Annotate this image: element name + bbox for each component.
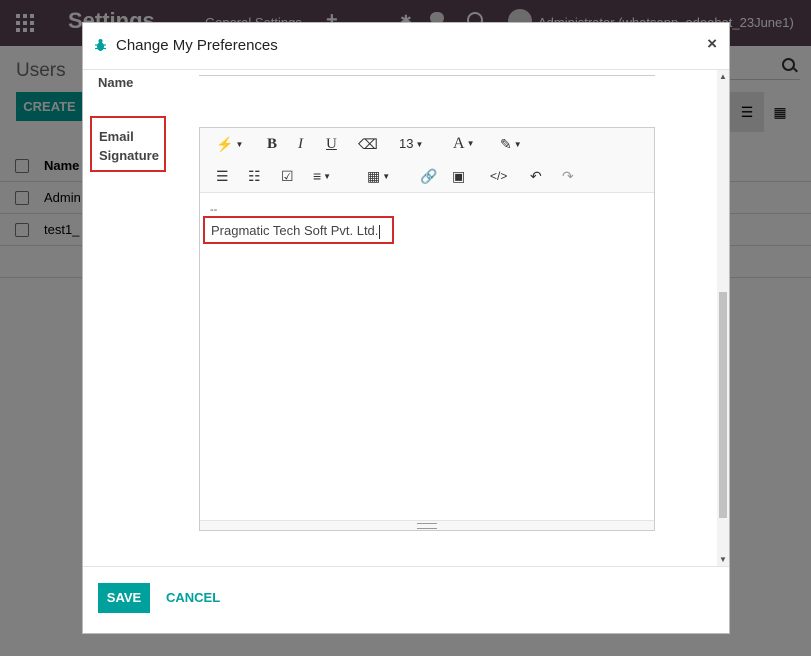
- dialog-footer: SAVE CANCEL: [83, 566, 729, 634]
- brush-icon[interactable]: ✎ ▼: [500, 135, 522, 153]
- sig-label-line2: Signature: [99, 148, 159, 163]
- font-color-value: A: [453, 135, 465, 152]
- scroll-up-icon[interactable]: ▲: [719, 72, 727, 81]
- dialog-scrollbar[interactable]: ▲ ▼: [717, 70, 729, 566]
- close-icon[interactable]: ×: [707, 34, 717, 54]
- signature-text-value: Pragmatic Tech Soft Pvt. Ltd.: [211, 223, 379, 238]
- ordered-list-icon[interactable]: ☷: [248, 167, 261, 185]
- redo-icon[interactable]: ↷: [562, 167, 574, 185]
- dialog-body[interactable]: Name Email Signature ⚡ ▼ B I U ⌫ 13 ▼ A ▼ ✎…: [83, 70, 729, 566]
- checklist-icon[interactable]: ☑: [281, 167, 294, 185]
- save-button[interactable]: SAVE: [98, 583, 150, 613]
- name-field[interactable]: [199, 75, 655, 76]
- dialog-title: Change My Preferences: [116, 37, 278, 54]
- preferences-dialog: Change My Preferences × Name Email Signa…: [82, 22, 730, 634]
- scrollbar-thumb[interactable]: [719, 292, 727, 518]
- editor-toolbar: ⚡ ▼ B I U ⌫ 13 ▼ A ▼ ✎ ▼ ☰ ☷ ☑ ≡ ▼ ▦ ▼ 🔗 ▣ </>…: [200, 128, 654, 193]
- font-color-dropdown[interactable]: A ▼: [453, 135, 474, 153]
- bold-button[interactable]: B: [267, 135, 277, 153]
- undo-icon[interactable]: ↶: [530, 167, 542, 185]
- image-icon[interactable]: ▣: [452, 167, 465, 185]
- link-icon[interactable]: 🔗: [420, 167, 437, 185]
- table-icon[interactable]: ▦ ▼: [367, 167, 390, 185]
- font-size-dropdown[interactable]: 13 ▼: [399, 135, 423, 153]
- paragraph-align-icon[interactable]: ≡ ▼: [313, 167, 331, 185]
- eraser-icon[interactable]: ⌫: [358, 135, 378, 153]
- code-view-icon[interactable]: </>: [490, 167, 507, 185]
- name-label: Name: [98, 75, 134, 90]
- scroll-down-icon[interactable]: ▼: [719, 555, 727, 564]
- text-cursor: [379, 224, 381, 239]
- signature-dash: --: [210, 204, 218, 216]
- magic-wand-icon[interactable]: ⚡ ▼: [216, 135, 243, 153]
- editor-resize-handle[interactable]: [200, 520, 654, 530]
- cancel-button[interactable]: CANCEL: [166, 583, 220, 613]
- unordered-list-icon[interactable]: ☰: [216, 167, 229, 185]
- italic-button[interactable]: I: [298, 135, 303, 153]
- sig-label-line1: Email: [99, 129, 134, 144]
- underline-button[interactable]: U: [326, 135, 337, 153]
- signature-text[interactable]: Pragmatic Tech Soft Pvt. Ltd.: [203, 216, 394, 244]
- dialog-header: Change My Preferences ×: [83, 23, 729, 70]
- font-size-value: 13: [399, 136, 414, 151]
- email-signature-label: Email Signature: [90, 116, 166, 172]
- bug-icon: [95, 39, 106, 51]
- signature-editor[interactable]: ⚡ ▼ B I U ⌫ 13 ▼ A ▼ ✎ ▼ ☰ ☷ ☑ ≡ ▼ ▦ ▼ 🔗 ▣ </>…: [199, 127, 655, 531]
